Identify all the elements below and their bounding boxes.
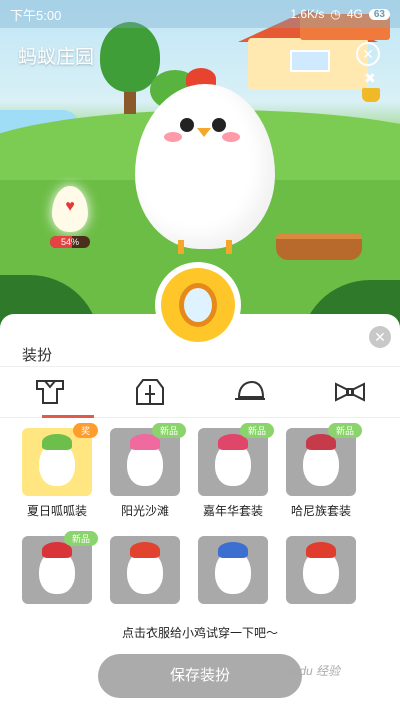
egg-progress-bar: 54% bbox=[50, 236, 90, 248]
outfit-thumb bbox=[110, 536, 180, 604]
food-trough[interactable] bbox=[276, 234, 362, 260]
mirror-glass bbox=[179, 283, 217, 327]
app-title: 蚂蚁庄园 bbox=[18, 47, 95, 68]
mirror-icon bbox=[161, 268, 235, 342]
category-tabs bbox=[0, 366, 400, 418]
jacket-icon bbox=[136, 379, 164, 405]
outfit-thumb bbox=[198, 428, 268, 496]
new-badge: 新品 bbox=[239, 423, 274, 438]
new-badge: 新品 bbox=[63, 531, 98, 546]
status-bar: 下午5:00 1.6K/s ◷ 4G 63 bbox=[0, 0, 400, 28]
outfit-item[interactable]: 新品 哈尼族套装 bbox=[286, 423, 362, 519]
tab-bowtie[interactable] bbox=[300, 367, 400, 417]
status-time: 下午5:00 bbox=[10, 7, 62, 23]
reward-badge: 奖 bbox=[72, 423, 98, 438]
outfit-item[interactable]: 奖 夏日呱呱装 bbox=[22, 423, 98, 519]
outfit-item[interactable]: 新品 bbox=[22, 531, 98, 604]
chicken-cheek-right bbox=[222, 132, 240, 142]
lion-dance-hat bbox=[306, 542, 336, 558]
panel-close-icon[interactable]: ✕ bbox=[369, 326, 391, 348]
outfit-item[interactable] bbox=[286, 536, 356, 604]
tab-hat[interactable] bbox=[200, 367, 300, 417]
outfit-thumb bbox=[286, 536, 356, 604]
outfit-thumb bbox=[198, 536, 268, 604]
outfit-item[interactable] bbox=[198, 536, 268, 604]
outfit-item[interactable]: 新品 阳光沙滩 bbox=[110, 423, 186, 519]
hat-icon bbox=[235, 380, 265, 400]
outfit-item[interactable]: 新品 嘉年华套装 bbox=[198, 423, 274, 519]
frog-hat bbox=[42, 434, 72, 450]
outfit-thumb bbox=[22, 536, 92, 604]
chicken[interactable] bbox=[135, 84, 275, 249]
new-badge: 新品 bbox=[151, 423, 186, 438]
clothes-icon bbox=[36, 380, 64, 404]
chicken-beak bbox=[197, 128, 211, 137]
outfit-thumb bbox=[286, 428, 356, 496]
watermark: Baidu 经验 bbox=[282, 664, 341, 678]
alarm-icon: ◷ bbox=[330, 7, 341, 21]
dress-up-panel: 装扮 ✕ 奖 夏日呱呱装 新品 阳光沙滩 新品 嘉年华套装 新品 哈尼族套装 新… bbox=[0, 314, 400, 711]
sparkle-icon: ✖ bbox=[364, 70, 376, 86]
chicken-leg-left bbox=[178, 240, 184, 254]
tab-jacket[interactable] bbox=[100, 367, 200, 417]
bowtie-icon bbox=[335, 382, 365, 402]
outfit-thumb bbox=[110, 428, 180, 496]
outfit-name: 哈尼族套装 bbox=[290, 504, 351, 518]
battery-icon: 63 bbox=[368, 8, 390, 20]
grid-clip bbox=[0, 610, 400, 620]
chicken-cheek-left bbox=[164, 132, 182, 142]
bucket-icon[interactable] bbox=[362, 88, 380, 102]
panel-title: 装扮 bbox=[22, 347, 53, 364]
outfit-item[interactable] bbox=[110, 536, 180, 604]
house-window bbox=[290, 50, 330, 72]
new-badge: 新品 bbox=[327, 423, 362, 438]
heart-icon: ♥ bbox=[65, 198, 75, 215]
chicken-eye-right bbox=[212, 118, 226, 132]
chicken-eye-left bbox=[180, 118, 194, 132]
close-icon[interactable]: ✕ bbox=[356, 42, 380, 66]
mirror-button[interactable] bbox=[155, 262, 241, 348]
god-of-wealth-hat bbox=[130, 542, 160, 558]
crown-hat bbox=[218, 542, 248, 558]
network-speed: 1.6K/s bbox=[290, 7, 325, 21]
outfit-name: 夏日呱呱装 bbox=[26, 504, 87, 518]
chicken-leg-right bbox=[226, 240, 232, 254]
hint-text: 点击衣服给小鸡试穿一下吧～ bbox=[121, 626, 278, 640]
save-outfit-button[interactable]: 保存装扮 bbox=[98, 654, 302, 698]
signal-text: 4G bbox=[346, 7, 363, 21]
outfit-thumb bbox=[22, 428, 92, 496]
outfit-name: 嘉年华套装 bbox=[202, 504, 263, 518]
status-indicators: 1.6K/s ◷ 4G 63 bbox=[290, 7, 390, 21]
tab-clothes[interactable] bbox=[0, 367, 100, 418]
outfit-name: 阳光沙滩 bbox=[120, 504, 169, 518]
egg-progress-text: 54% bbox=[60, 237, 79, 247]
love-egg[interactable]: ♥ bbox=[52, 186, 88, 232]
